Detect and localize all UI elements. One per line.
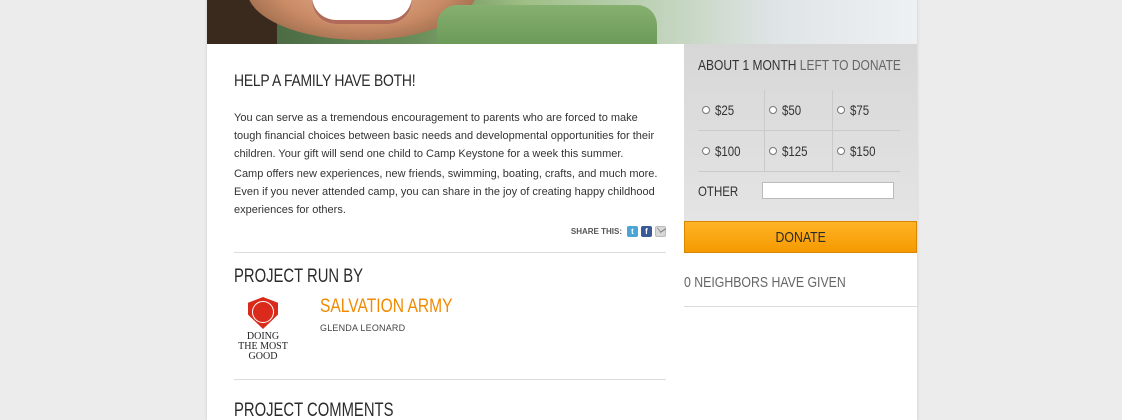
other-label: OTHER	[698, 182, 739, 199]
divider	[684, 306, 917, 307]
amount-option[interactable]: $125	[765, 131, 833, 171]
amount-option[interactable]: $150	[833, 131, 900, 171]
amount-radio[interactable]	[702, 106, 710, 114]
other-amount-input[interactable]	[762, 182, 894, 199]
description-paragraph: You can serve as a tremendous encouragem…	[234, 112, 655, 160]
hero-image	[207, 0, 917, 44]
twitter-icon[interactable]: t	[627, 226, 638, 237]
neighbors-given: 0 NEIGHBORS HAVE GIVEN	[684, 274, 846, 291]
page-title: HELP A FAMILY HAVE BOTH!	[234, 71, 416, 90]
amount-radio[interactable]	[836, 147, 845, 155]
amount-option[interactable]: $100	[698, 131, 766, 171]
description-paragraph: Camp offers new experiences, new friends…	[234, 168, 658, 216]
amount-radio[interactable]	[769, 147, 778, 155]
org-name-link[interactable]: SALVATION ARMY	[320, 296, 452, 318]
divider	[234, 252, 666, 253]
amount-option[interactable]: $75	[833, 90, 900, 130]
amount-options: $25 $50 $75 $100 $125 $150	[698, 90, 900, 172]
amount-option[interactable]: $25	[698, 90, 766, 130]
project-comments-heading: PROJECT COMMENTS	[234, 400, 394, 420]
amount-radio[interactable]	[836, 106, 845, 114]
divider	[234, 379, 666, 380]
amount-radio[interactable]	[769, 106, 778, 114]
time-left: ABOUT 1 MONTH LEFT TO DONATE	[698, 57, 901, 74]
amount-radio[interactable]	[702, 147, 710, 155]
page-container: HELP A FAMILY HAVE BOTH! You can serve a…	[207, 0, 917, 420]
other-amount-row: OTHER	[698, 182, 894, 199]
share-label: SHARE THIS:	[570, 227, 622, 236]
share-bar: SHARE THIS: t f	[571, 226, 666, 237]
salvation-army-logo: DOING THE MOST GOOD	[234, 297, 292, 369]
project-run-heading: PROJECT RUN BY	[234, 266, 364, 287]
donate-box: ABOUT 1 MONTH LEFT TO DONATE $25 $50 $75…	[684, 44, 917, 221]
amount-option[interactable]: $50	[765, 90, 833, 130]
donate-button[interactable]: DONATE	[684, 221, 917, 253]
facebook-icon[interactable]: f	[641, 226, 652, 237]
org-contact-name: GLENDA LEONARD	[320, 323, 406, 333]
email-icon[interactable]	[655, 226, 666, 237]
